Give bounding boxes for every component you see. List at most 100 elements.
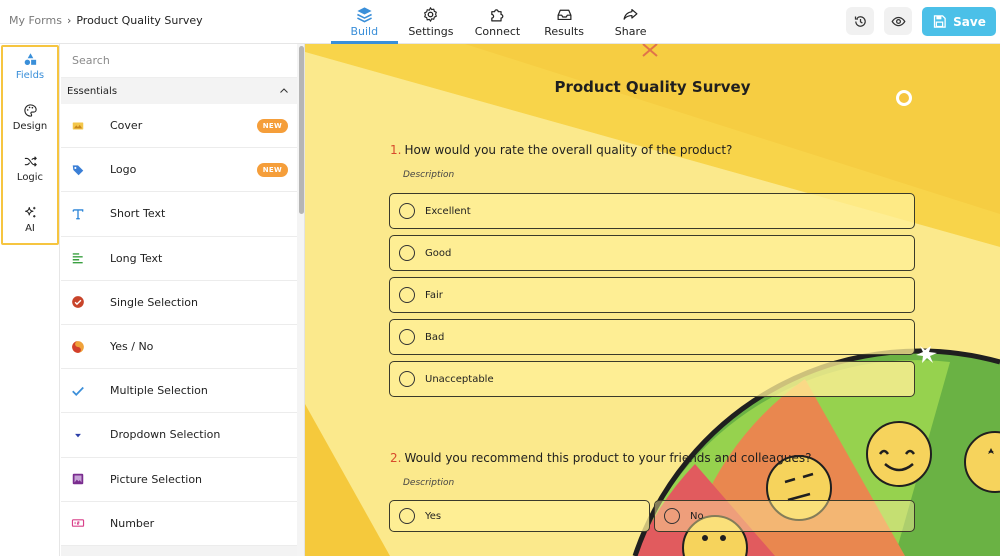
question-text: Would you recommend this product to your… [404, 451, 812, 465]
top-bar: My Forms › Product Quality Survey Build … [0, 0, 1000, 44]
field-label: Logo [110, 163, 137, 177]
question-number: 2. [390, 451, 402, 465]
field-item-dropdown-selection[interactable]: Dropdown Selection [61, 413, 297, 458]
form-canvas: Product Quality Survey 1. How would you r… [305, 44, 1000, 556]
field-item-yes-no[interactable]: Yes / No [61, 325, 297, 370]
option-label: Unacceptable [425, 373, 494, 385]
rail-label: AI [25, 223, 35, 234]
shapes-icon [24, 53, 36, 65]
radio-button[interactable] [399, 203, 415, 219]
radio-button[interactable] [399, 287, 415, 303]
preview-button[interactable] [884, 7, 912, 35]
tab-connect[interactable]: Connect [464, 0, 531, 44]
search-input[interactable]: Search [61, 44, 297, 78]
option-yes[interactable]: Yes [389, 500, 650, 532]
align-left-icon [71, 251, 85, 265]
question-text: How would you rate the overall quality o… [404, 143, 733, 157]
field-label: Dropdown Selection [110, 428, 221, 442]
tab-build[interactable]: Build [331, 0, 398, 44]
rail-item-ai[interactable]: AI [3, 205, 57, 234]
gear-icon [424, 7, 438, 22]
save-button[interactable]: Save [922, 7, 996, 36]
shuffle-icon [24, 156, 37, 167]
field-item-number[interactable]: Number [61, 502, 297, 546]
chevron-up-icon [280, 88, 288, 93]
section-title: Essentials [67, 85, 118, 97]
breadcrumb-chevron-icon: › [66, 14, 72, 27]
yin-yang-icon [71, 340, 85, 354]
rail-label: Design [12, 121, 48, 132]
tab-results[interactable]: Results [531, 0, 598, 44]
rail-item-design[interactable]: Design [3, 103, 57, 132]
question-2-description[interactable]: Description [403, 478, 454, 488]
option-fair[interactable]: Fair [389, 277, 915, 313]
option-unacceptable[interactable]: Unacceptable [389, 361, 915, 397]
field-item-multiple-selection[interactable]: Multiple Selection [61, 369, 297, 414]
history-button[interactable] [846, 7, 874, 35]
radio-button[interactable] [399, 329, 415, 345]
field-list: Cover NEW Logo NEW Short Text Long Text … [61, 104, 297, 546]
tab-share[interactable]: Share [597, 0, 664, 44]
check-circle-icon [71, 295, 85, 309]
question-number: 1. [390, 143, 402, 157]
survey-title[interactable]: Product Quality Survey [305, 78, 1000, 96]
field-item-long-text[interactable]: Long Text [61, 237, 297, 281]
tab-label: Share [614, 25, 647, 38]
history-icon [854, 15, 866, 27]
radio-button[interactable] [664, 508, 680, 524]
radio-button[interactable] [399, 371, 415, 387]
new-badge: NEW [256, 163, 288, 178]
tab-settings[interactable]: Settings [398, 0, 465, 44]
option-label: Bad [425, 331, 445, 343]
option-no[interactable]: No [654, 500, 915, 532]
tab-label: Settings [408, 25, 454, 38]
field-label: Multiple Selection [110, 384, 208, 398]
left-rail: Fields Design Logic AI [0, 44, 60, 556]
inbox-icon [557, 9, 572, 21]
question-1-description[interactable]: Description [403, 170, 454, 180]
option-excellent[interactable]: Excellent [389, 193, 915, 229]
radio-button[interactable] [399, 508, 415, 524]
rail-item-fields[interactable]: Fields [3, 52, 57, 81]
tag-icon [71, 163, 85, 177]
field-label: Number [110, 516, 155, 530]
field-label: Short Text [110, 207, 166, 221]
breadcrumb: My Forms › Product Quality Survey [9, 14, 203, 27]
rail-highlight: Fields Design Logic AI [1, 45, 59, 245]
question-1-title[interactable]: 1. How would you rate the overall quality… [390, 143, 732, 157]
picture-icon [71, 472, 85, 486]
field-item-single-selection[interactable]: Single Selection [61, 281, 297, 325]
caret-down-icon [71, 428, 85, 442]
option-label: Fair [425, 289, 443, 301]
number-icon [71, 516, 85, 530]
share-arrow-icon [623, 8, 638, 20]
field-label: Single Selection [110, 295, 199, 309]
tab-label: Connect [474, 25, 521, 38]
radio-button[interactable] [399, 245, 415, 261]
fields-panel: Search Essentials Cover NEW Logo NEW Sho… [61, 44, 305, 556]
section-essentials-header[interactable]: Essentials [61, 78, 297, 104]
next-section-header[interactable] [61, 546, 297, 556]
option-label: Excellent [425, 205, 471, 217]
question-2-title[interactable]: 2. Would you recommend this product to yo… [390, 451, 811, 465]
save-label: Save [953, 14, 986, 29]
option-bad[interactable]: Bad [389, 319, 915, 355]
field-item-cover[interactable]: Cover NEW [61, 104, 297, 149]
text-t-icon [71, 207, 85, 221]
puzzle-icon [491, 9, 504, 22]
rail-item-logic[interactable]: Logic [3, 154, 57, 183]
panel-scrollbar[interactable] [299, 46, 304, 214]
eye-icon [891, 16, 905, 26]
field-item-short-text[interactable]: Short Text [61, 192, 297, 237]
breadcrumb-current: Product Quality Survey [76, 14, 203, 27]
rail-label: Logic [16, 172, 44, 183]
tab-label: Build [350, 25, 379, 38]
option-good[interactable]: Good [389, 235, 915, 271]
breadcrumb-my-forms[interactable]: My Forms [9, 14, 62, 27]
field-item-picture-selection[interactable]: Picture Selection [61, 458, 297, 502]
field-item-logo[interactable]: Logo NEW [61, 148, 297, 193]
image-icon [71, 119, 85, 133]
new-badge: NEW [256, 119, 288, 133]
option-label: Good [425, 247, 452, 259]
sparkles-icon [24, 206, 35, 218]
